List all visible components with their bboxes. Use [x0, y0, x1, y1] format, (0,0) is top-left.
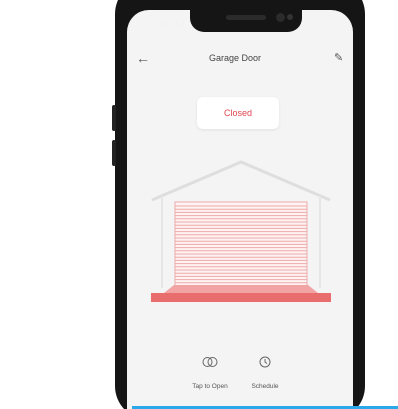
front-sensor — [287, 14, 293, 20]
volume-up-button — [112, 105, 116, 131]
front-camera — [276, 13, 285, 22]
volume-down-button — [112, 140, 116, 166]
back-arrow-icon[interactable]: ← — [136, 51, 150, 65]
edit-pencil-icon[interactable]: ✎ — [334, 53, 343, 64]
bottom-actions: Tap to Open Schedule — [185, 356, 295, 392]
garage-floor — [151, 293, 331, 302]
door-status-text: Closed — [223, 108, 252, 118]
page-title: Garage Door — [208, 53, 262, 63]
garage-floor-edge — [164, 285, 318, 293]
schedule-button[interactable]: Schedule — [240, 356, 290, 393]
door-status-card: Closed — [197, 97, 279, 129]
schedule-label: Schedule — [251, 383, 279, 390]
garage-roof — [151, 160, 331, 202]
tap-to-open-label: Tap to Open — [192, 383, 228, 390]
door-toggle-icon — [202, 357, 218, 367]
tap-to-open-button[interactable]: Tap to Open — [185, 356, 235, 393]
status-bar-time: 11:07 ⚠⬇ — [145, 20, 187, 29]
garage-door-illustration[interactable] — [148, 160, 334, 310]
clock-icon — [259, 356, 271, 368]
phone-speaker — [226, 15, 266, 20]
